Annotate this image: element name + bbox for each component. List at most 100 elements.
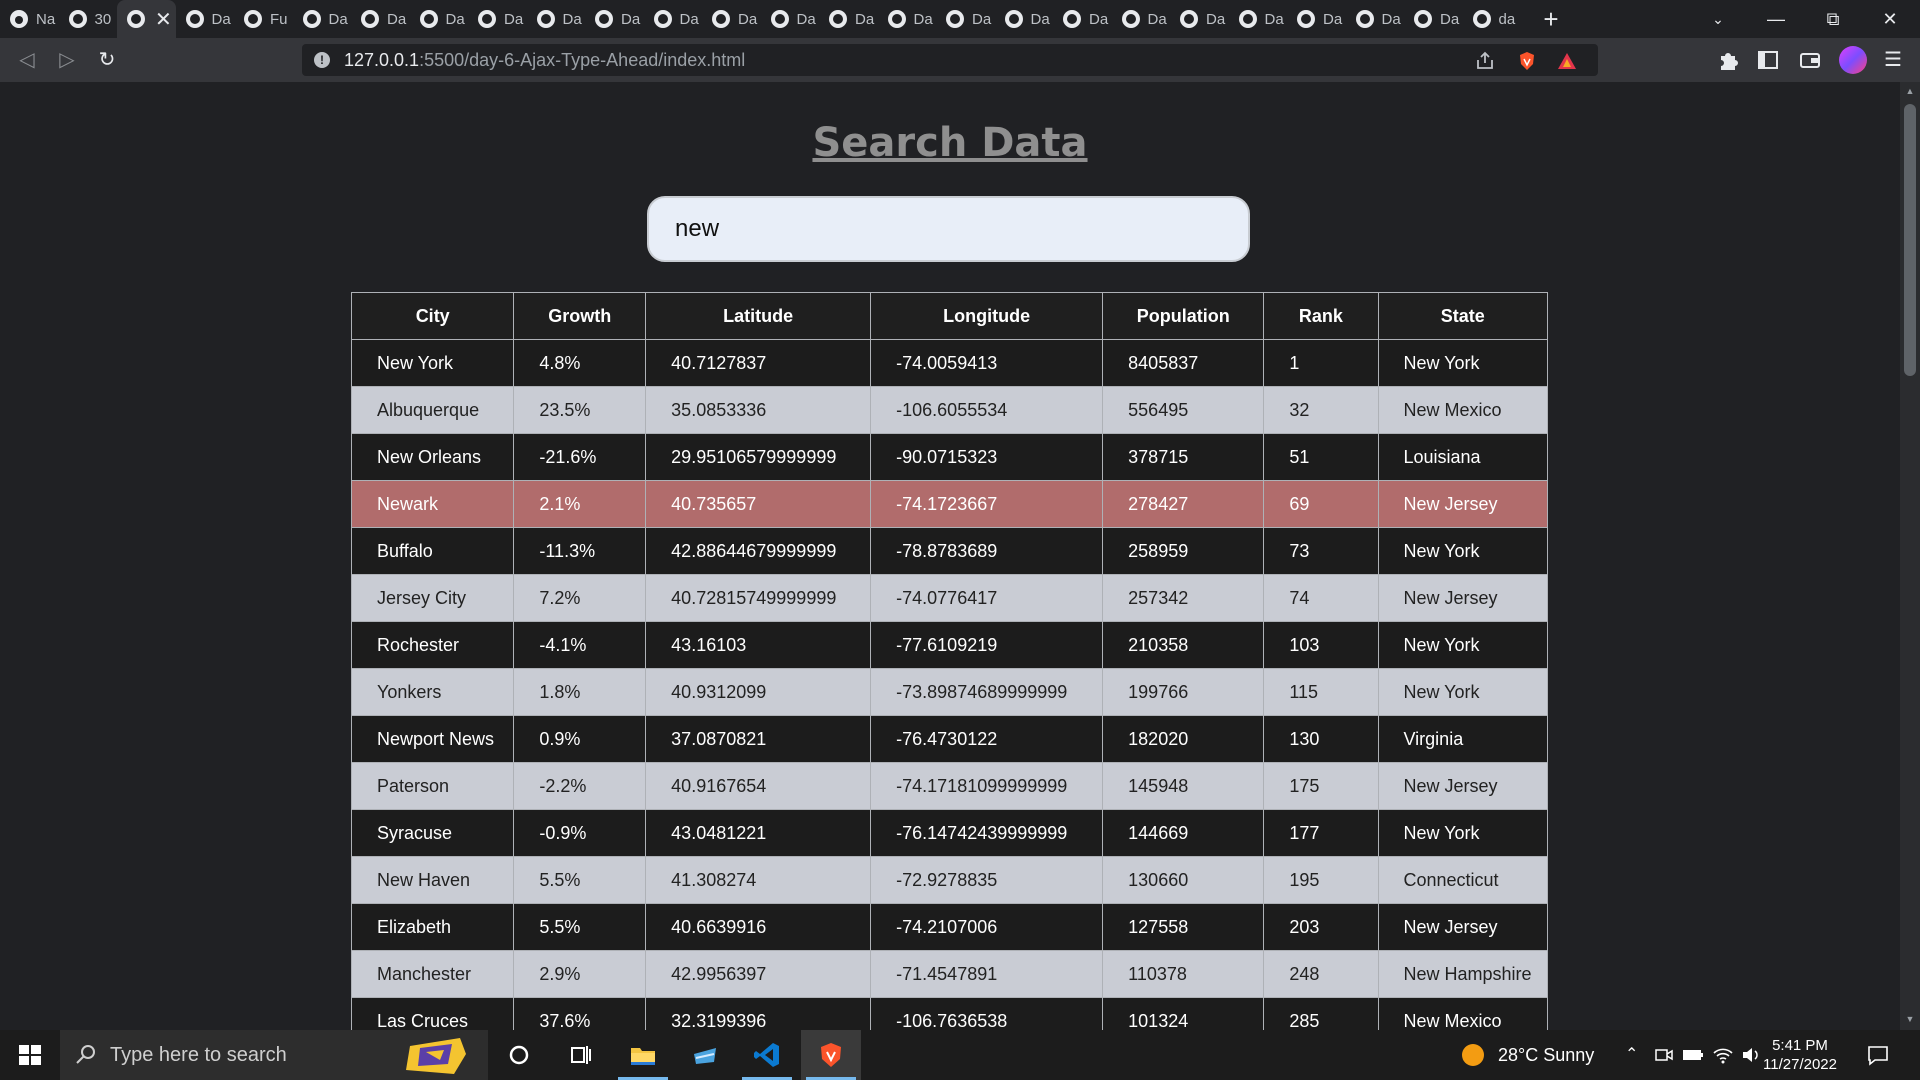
- brave-taskbar-button[interactable]: [801, 1030, 861, 1080]
- meet-now-icon[interactable]: [1654, 1046, 1674, 1064]
- globe-icon: [1238, 10, 1257, 28]
- file-explorer-icon[interactable]: [628, 1040, 658, 1070]
- state-cell: New York: [1377, 527, 1548, 575]
- browser-tab[interactable]: Da: [410, 0, 469, 38]
- browser-tab[interactable]: da: [1463, 0, 1522, 38]
- browser-tab[interactable]: Da: [1287, 0, 1346, 38]
- browser-tab[interactable]: Da: [351, 0, 410, 38]
- minimize-icon[interactable]: —: [1748, 0, 1804, 38]
- table-row: Buffalo -11.3% 42.88644679999999 -78.878368…: [350, 527, 1548, 575]
- sidebar-icon[interactable]: [1755, 47, 1781, 73]
- forward-icon[interactable]: ▷: [54, 47, 80, 73]
- url-text[interactable]: 127.0.0.1:5500/day-6-Ajax-Type-Ahead/ind…: [344, 44, 745, 76]
- new-tab-button[interactable]: +: [1529, 4, 1573, 35]
- tab-search-chevron-icon[interactable]: ⌄: [1690, 0, 1746, 38]
- wallet-icon[interactable]: [1797, 47, 1823, 73]
- store-app-icon[interactable]: [690, 1040, 720, 1070]
- population-cell: 556495: [1102, 386, 1265, 434]
- scroll-up-arrow-icon[interactable]: ▲: [1904, 86, 1916, 98]
- rank-cell: 32: [1263, 386, 1379, 434]
- menu-icon[interactable]: ☰: [1880, 47, 1906, 73]
- vscode-icon[interactable]: [752, 1040, 782, 1070]
- battery-icon[interactable]: [1682, 1047, 1704, 1063]
- tab-title: Da: [621, 10, 641, 28]
- brave-rewards-icon[interactable]: [1556, 50, 1578, 72]
- rank-cell: 51: [1263, 433, 1379, 481]
- tab-title: Da: [972, 10, 992, 28]
- browser-tab[interactable]: Da: [702, 0, 761, 38]
- browser-tab[interactable]: Da: [936, 0, 995, 38]
- task-view-icon[interactable]: [566, 1040, 596, 1070]
- browser-tab[interactable]: Da: [585, 0, 644, 38]
- page-title: Search Data: [812, 120, 1088, 166]
- search-input[interactable]: [647, 196, 1250, 262]
- column-header: Latitude: [645, 292, 872, 340]
- browser-tab[interactable]: Da: [1404, 0, 1463, 38]
- browser-tab[interactable]: Na: [0, 0, 59, 38]
- globe-icon: [478, 10, 496, 28]
- wifi-icon[interactable]: [1712, 1045, 1734, 1065]
- browser-tab[interactable]: Da: [293, 0, 352, 38]
- browser-tab[interactable]: Da: [644, 0, 703, 38]
- tab-strip: Na 30 ✕ Da Fu Da Da Da Da Da Da Da Da Da Da Da Da Da Da Da D…: [0, 0, 1920, 38]
- growth-cell: 37.6%: [513, 997, 647, 1030]
- show-hidden-icons-chevron-icon[interactable]: ⌃: [1625, 1030, 1638, 1080]
- browser-toolbar: ◁ ▷ ↻ ! 127.0.0.1:5500/day-6-Ajax-Type-A…: [0, 38, 1920, 82]
- cortana-icon[interactable]: [504, 1040, 534, 1070]
- rank-cell: 103: [1263, 621, 1379, 669]
- weather-text[interactable]: 28°C Sunny: [1498, 1030, 1594, 1080]
- tab-title: Da: [1381, 10, 1401, 28]
- scrollbar-thumb[interactable]: [1904, 104, 1916, 376]
- back-icon[interactable]: ◁: [14, 47, 40, 73]
- browser-tab[interactable]: Da: [1170, 0, 1229, 38]
- state-cell: New Jersey: [1377, 574, 1548, 622]
- growth-cell: 2.9%: [513, 950, 647, 998]
- browser-tab[interactable]: Da: [468, 0, 527, 38]
- brave-shield-icon[interactable]: [1516, 50, 1538, 72]
- profile-avatar[interactable]: [1839, 46, 1867, 74]
- browser-tab[interactable]: Da: [1229, 0, 1288, 38]
- browser-tab[interactable]: Da: [1112, 0, 1171, 38]
- close-window-icon[interactable]: ✕: [1862, 0, 1918, 38]
- browser-tab[interactable]: Da: [995, 0, 1054, 38]
- taskbar-clock[interactable]: 5:41 PM 11/27/2022: [1760, 1036, 1840, 1074]
- page-scrollbar[interactable]: ▲ ▼: [1900, 82, 1920, 1030]
- extensions-puzzle-icon[interactable]: [1715, 47, 1741, 73]
- tab-title: Da: [1089, 10, 1109, 28]
- browser-tab[interactable]: 30: [59, 0, 118, 38]
- browser-tab[interactable]: Da: [1053, 0, 1112, 38]
- browser-tab[interactable]: Da: [1346, 0, 1405, 38]
- windows-start-icon[interactable]: [15, 1040, 45, 1070]
- tab-title: Da: [1030, 10, 1050, 28]
- city-cell: Paterson: [350, 762, 515, 810]
- address-bar[interactable]: ! 127.0.0.1:5500/day-6-Ajax-Type-Ahead/i…: [302, 44, 1598, 76]
- globe-icon: [361, 10, 379, 28]
- close-tab-icon[interactable]: ✕: [155, 7, 172, 32]
- browser-tab[interactable]: ✕: [117, 0, 176, 38]
- share-icon[interactable]: [1474, 50, 1496, 72]
- population-cell: 378715: [1102, 433, 1265, 481]
- latitude-cell: 35.0853336: [645, 386, 872, 434]
- reload-icon[interactable]: ↻: [94, 47, 120, 73]
- browser-tab[interactable]: Da: [878, 0, 937, 38]
- browser-tab[interactable]: Fu: [234, 0, 293, 38]
- globe-icon: [946, 10, 964, 28]
- rank-cell: 130: [1263, 715, 1379, 763]
- state-cell: Connecticut: [1377, 856, 1548, 904]
- longitude-cell: -74.0059413: [870, 339, 1104, 387]
- browser-tab[interactable]: Da: [819, 0, 878, 38]
- browser-tab[interactable]: Da: [176, 0, 235, 38]
- globe-icon: [1004, 10, 1023, 28]
- scroll-down-arrow-icon[interactable]: ▼: [1904, 1014, 1916, 1026]
- city-cell: Newport News: [350, 715, 515, 763]
- browser-tab[interactable]: Da: [761, 0, 820, 38]
- globe-icon: [302, 10, 321, 28]
- volume-icon[interactable]: [1740, 1045, 1762, 1065]
- taskbar-search-box[interactable]: Type here to search: [60, 1030, 488, 1080]
- notification-center-icon[interactable]: [1866, 1043, 1890, 1067]
- taskbar-search-placeholder: Type here to search: [110, 1044, 287, 1066]
- site-info-icon[interactable]: !: [314, 52, 330, 68]
- restore-icon[interactable]: ⧉: [1805, 0, 1861, 38]
- growth-cell: 23.5%: [513, 386, 647, 434]
- browser-tab[interactable]: Da: [527, 0, 586, 38]
